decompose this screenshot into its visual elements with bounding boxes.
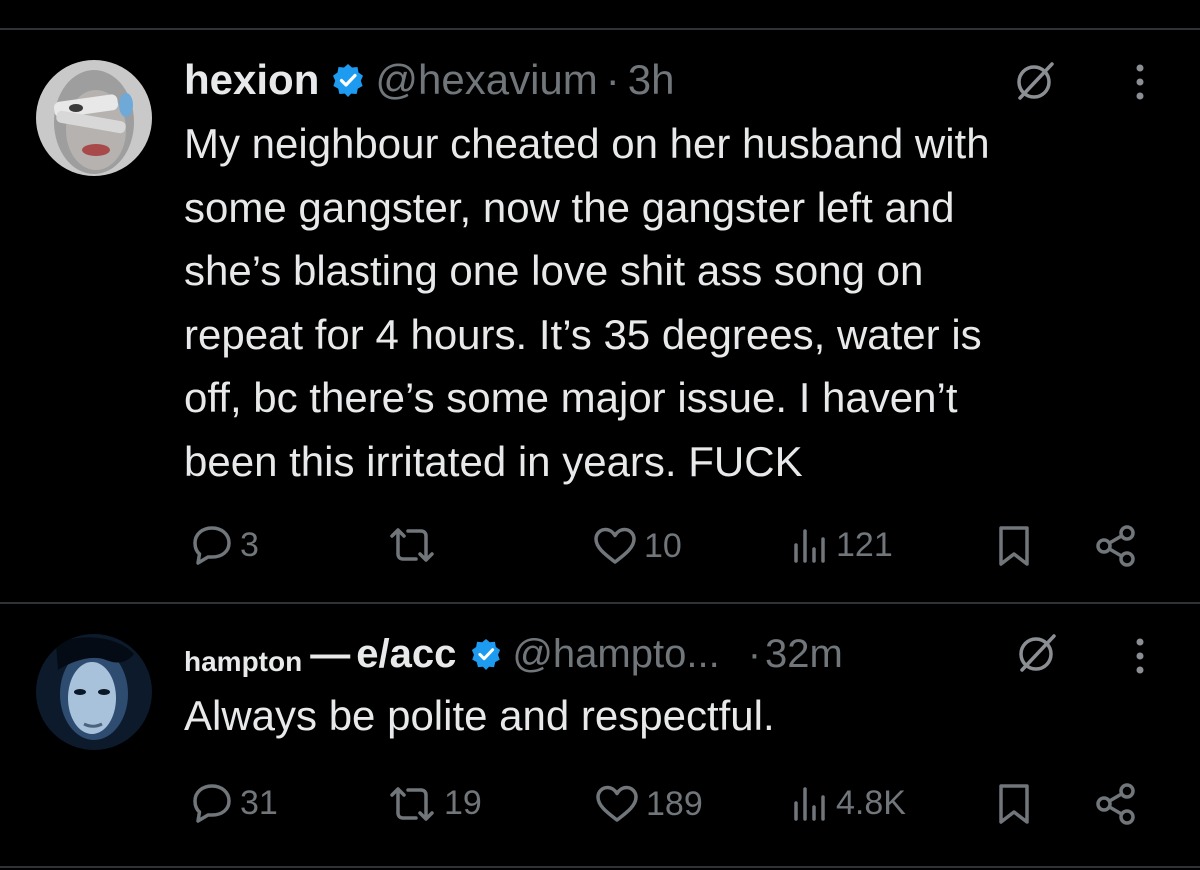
like-button[interactable]: 10 [592,526,682,566]
reply-button[interactable]: 31 [190,782,278,824]
tweet-hampton[interactable]: hampton — e/acc @hampto... · 32m Always … [0,604,1200,866]
display-name-prefix[interactable]: hampton [184,646,302,678]
bookmark-icon [999,784,1029,824]
bookmark-icon [999,526,1029,566]
avatar[interactable] [36,634,152,750]
share-icon [1096,525,1135,567]
repost-arrows-icon [390,528,434,562]
tweet-text-line: some gangster, now the gangster left and [184,183,955,231]
speech-bubble-icon [193,526,231,565]
display-name[interactable]: hexion [184,56,319,104]
view-count: 4.8K [836,784,906,822]
handle[interactable]: @hampto... [512,632,719,677]
repost-button[interactable]: 19 [386,784,482,823]
handle[interactable]: @hexavium [375,56,597,104]
tweet-text-line: she’s blasting one love shit ass song on [184,247,924,294]
repost-count: 19 [444,784,482,822]
display-name-dash: — [310,631,351,676]
timestamp[interactable]: 32m [765,632,843,677]
tweet-header: hampton — e/acc @hampto... · 32m [184,626,843,682]
bar-chart-icon [794,528,825,563]
share-button[interactable] [1094,782,1138,826]
bookmark-button[interactable] [996,524,1032,568]
slashed-circle-icon[interactable] [1014,630,1060,681]
like-count: 189 [646,784,703,823]
tweet-text-line: repeat for 4 hours. It’s 35 degrees, wat… [184,310,982,358]
action-bar: 31 19 189 4.8K [0,778,1200,828]
timestamp[interactable]: 3h [628,56,675,104]
bar-chart-icon [794,786,825,821]
views-button[interactable]: 4.8K [790,784,906,823]
tweet-text-line: been this irritated in years. FUCK [184,437,803,485]
share-button[interactable] [1094,524,1138,568]
views-button[interactable]: 121 [790,526,893,565]
tweet-text: My neighbour cheated on her husband with… [184,112,990,493]
like-count: 10 [644,526,682,565]
slashed-circle-icon[interactable] [1012,58,1058,109]
tweet-text: Always be polite and respectful. [184,692,775,739]
tweet-header: hexion @hexavium · 3h [184,52,674,108]
tweet-text-line: off, bc there’s some major issue. I have… [184,374,958,421]
reply-button[interactable]: 3 [190,524,259,566]
like-button[interactable]: 189 [594,784,703,824]
more-vertical-icon[interactable] [1130,62,1150,107]
heart-icon [594,527,636,564]
avatar[interactable] [36,60,152,176]
repost-arrows-icon [390,786,434,821]
share-icon [1096,783,1135,825]
bottom-divider [0,866,1200,868]
separator-dot: · [747,631,762,676]
heart-icon [596,785,638,822]
reply-count: 31 [240,783,278,822]
display-name[interactable]: e/acc [356,632,456,677]
repost-button[interactable] [386,526,444,564]
more-vertical-icon[interactable] [1130,636,1150,681]
verified-badge-icon [331,63,365,97]
action-bar: 3 10 121 [0,520,1200,570]
verified-badge-icon [470,638,502,670]
tweet-hexion[interactable]: hexion @hexavium · 3h My neighbour cheat… [0,0,1200,600]
bookmark-button[interactable] [996,782,1032,826]
view-count: 121 [836,526,893,564]
separator-dot: · [605,56,620,103]
reply-count: 3 [240,525,259,564]
tweet-text-line: My neighbour cheated on her husband with [184,120,990,167]
speech-bubble-icon [193,784,231,823]
